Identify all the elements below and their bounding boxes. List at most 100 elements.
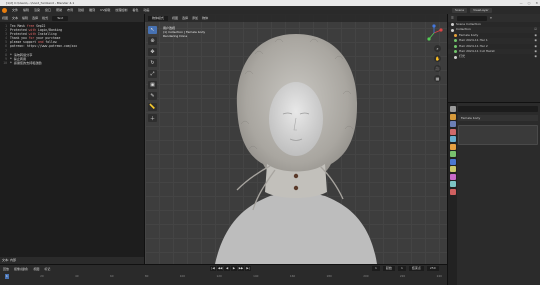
filter-icon[interactable]: ⏷ [490, 16, 492, 20]
workspace-animation[interactable]: 动画 [143, 8, 149, 12]
menu-edit[interactable]: 编辑 [23, 8, 29, 12]
viewport-menu-view[interactable]: 视图 [172, 16, 178, 20]
tool-tab-icon[interactable] [449, 106, 456, 112]
navigation-gizmo-icon[interactable] [425, 24, 443, 42]
blender-logo-icon[interactable] [2, 7, 7, 13]
workspace-modeling[interactable]: 建模 [78, 8, 84, 12]
workspace-sculpt[interactable]: 雕刻 [89, 8, 95, 12]
modifier-tab-icon[interactable] [449, 158, 456, 165]
render-tab-icon[interactable] [449, 113, 456, 120]
jump-end-icon[interactable]: ▶| [245, 266, 251, 271]
workspace-layout[interactable]: 布局 [67, 8, 73, 12]
view-layer-tab-icon[interactable] [449, 128, 456, 135]
render-status-label: Rendering Done [163, 34, 188, 39]
viewport-header: 物体模式 视图 选择 添加 物体 [145, 14, 447, 22]
frame-range: 1 起始 1 结束点 250 [372, 266, 439, 271]
ruler-tick: 200 [363, 274, 369, 278]
playhead-marker[interactable]: 1 [5, 274, 9, 279]
text-menu-edit[interactable]: 编辑 [22, 16, 28, 20]
text-menu-text[interactable]: 文本 [12, 16, 18, 20]
code-area[interactable]: 1 Tex Mask free Sep22 2 Protected with Log… [0, 22, 144, 65]
text-editor: 视图 文本 编辑 选择 格式 Text 1 Tex Mask free Sep22… [0, 14, 145, 264]
timeline-ruler[interactable]: 1 20 40 60 80 100 120 140 160 180 200 22… [0, 274, 447, 279]
text-menu-view[interactable]: 视图 [2, 16, 8, 20]
particles-tab-icon[interactable] [449, 166, 456, 172]
move-tool-icon[interactable]: ✥ [148, 48, 157, 56]
jump-keyframe-back-icon[interactable]: ◀◀ [217, 266, 223, 271]
viewport-menu-select[interactable]: 选择 [182, 16, 188, 20]
constraints-tab-icon[interactable] [449, 181, 456, 187]
select-box-tool-icon[interactable]: ↖ [148, 26, 157, 34]
physics-tab-icon[interactable] [449, 173, 456, 180]
scale-tool-icon[interactable]: ⤢ [148, 70, 157, 78]
viewport-menu-object[interactable]: 物体 [202, 16, 208, 20]
start-frame-label: 起始 [382, 266, 395, 271]
workspace-shading[interactable]: 着色 [132, 8, 138, 12]
text-datablock-field[interactable]: Text [52, 15, 69, 21]
workspace-uv[interactable]: UV编辑 [100, 8, 110, 12]
scene-tab-icon[interactable] [449, 136, 456, 142]
playback-controls: |◀ ◀◀ ◀ ▶ ▶▶ ▶| [210, 266, 251, 271]
add-cube-tool-icon[interactable]: ＋ [148, 114, 157, 122]
play-icon[interactable]: ▶ [231, 266, 237, 271]
viewlayer-selector[interactable]: ViewLayer [470, 7, 492, 13]
menu-window[interactable]: 窗口 [45, 8, 51, 12]
tool-shelf: ↖ ⊕ ✥ ↻ ⤢ ▣ ✎ 📏 ＋ [148, 26, 157, 122]
text-menu-format[interactable]: 格式 [42, 16, 48, 20]
material-tab-icon[interactable] [449, 188, 456, 195]
workspace-texture[interactable]: 纹理绘制 [115, 8, 127, 12]
ruler-tick: 180 [326, 274, 332, 278]
jump-keyframe-forward-icon[interactable]: ▶▶ [238, 266, 244, 271]
ruler-tick: 60 [109, 274, 114, 278]
collection-icon [451, 28, 454, 32]
light-object-icon [454, 55, 457, 59]
object-tab-icon[interactable] [449, 151, 456, 157]
end-frame-label: 结束点 [408, 266, 424, 271]
jump-start-icon[interactable]: |◀ [210, 266, 216, 271]
outliner-display-mode-icon[interactable]: ☰ [451, 16, 454, 20]
ortho-toggle-icon[interactable]: ▦ [434, 75, 441, 82]
text-menu-select[interactable]: 选择 [32, 16, 38, 20]
camera-view-icon[interactable]: 🎥 [434, 65, 441, 72]
transform-tool-icon[interactable]: ▣ [148, 81, 157, 89]
timeline: 回放 抠像(插帧) 视图 标记 |◀ ◀◀ ◀ ▶ ▶▶ ▶| 1 起始 1 结… [0, 264, 447, 285]
object-mode-dropdown[interactable]: 物体模式 [148, 15, 169, 21]
pan-hand-icon[interactable]: ✋ [434, 55, 441, 62]
outliner-row[interactable]: 灯光 ◉ [448, 54, 540, 59]
menu-help[interactable]: 帮助 [56, 8, 62, 12]
3d-viewport[interactable]: 物体模式 视图 选择 添加 物体 用户透视 (1) Collection | F… [145, 14, 447, 264]
text-editor-header: 视图 文本 编辑 选择 格式 Text [0, 14, 144, 22]
output-tab-icon[interactable] [449, 121, 456, 127]
play-reverse-icon[interactable]: ◀ [224, 266, 230, 271]
ruler-tick: 100 [179, 274, 186, 278]
world-tab-icon[interactable] [449, 143, 456, 150]
menu-render[interactable]: 渲染 [34, 8, 40, 12]
outliner-header: ☰ ⏷ [448, 14, 540, 22]
menu-file[interactable]: 文件 [12, 8, 18, 12]
window-title: [1/2] C:\Users\…\hood_fur.blend - Blende… [6, 1, 75, 5]
visibility-eye-icon: ◉ [534, 54, 537, 59]
measure-tool-icon[interactable]: 📏 [148, 103, 157, 111]
outliner-search-input[interactable] [456, 15, 487, 21]
viewport-info-overlay: 用户透视 (1) Collection | Female body Render… [163, 26, 205, 39]
collection-icon [451, 23, 454, 27]
timeline-menu-keying[interactable]: 抠像(插帧) [14, 267, 28, 271]
timeline-menu-view[interactable]: 视图 [33, 267, 39, 271]
start-frame-field[interactable]: 1 [397, 266, 406, 271]
ruler-tick: 80 [144, 274, 149, 278]
fur-hood-model [215, 34, 377, 264]
timeline-menu-playback[interactable]: 回放 [3, 267, 9, 271]
properties-search-input[interactable] [458, 106, 538, 112]
current-frame-field[interactable]: 1 [372, 266, 380, 271]
viewport-menu-add[interactable]: 添加 [192, 16, 198, 20]
end-frame-field[interactable]: 250 [426, 266, 439, 271]
ruler-tick: 120 [216, 274, 222, 278]
cursor-tool-icon[interactable]: ⊕ [148, 37, 157, 45]
timeline-menu-marker[interactable]: 标记 [44, 267, 50, 271]
properties-panel-box [458, 125, 538, 145]
scene-selector[interactable]: Scene [452, 7, 468, 13]
ruler-tick: 140 [253, 274, 259, 278]
rotate-tool-icon[interactable]: ↻ [148, 59, 157, 67]
annotate-tool-icon[interactable]: ✎ [148, 92, 157, 100]
zoom-icon[interactable]: ⌕ [434, 45, 441, 52]
